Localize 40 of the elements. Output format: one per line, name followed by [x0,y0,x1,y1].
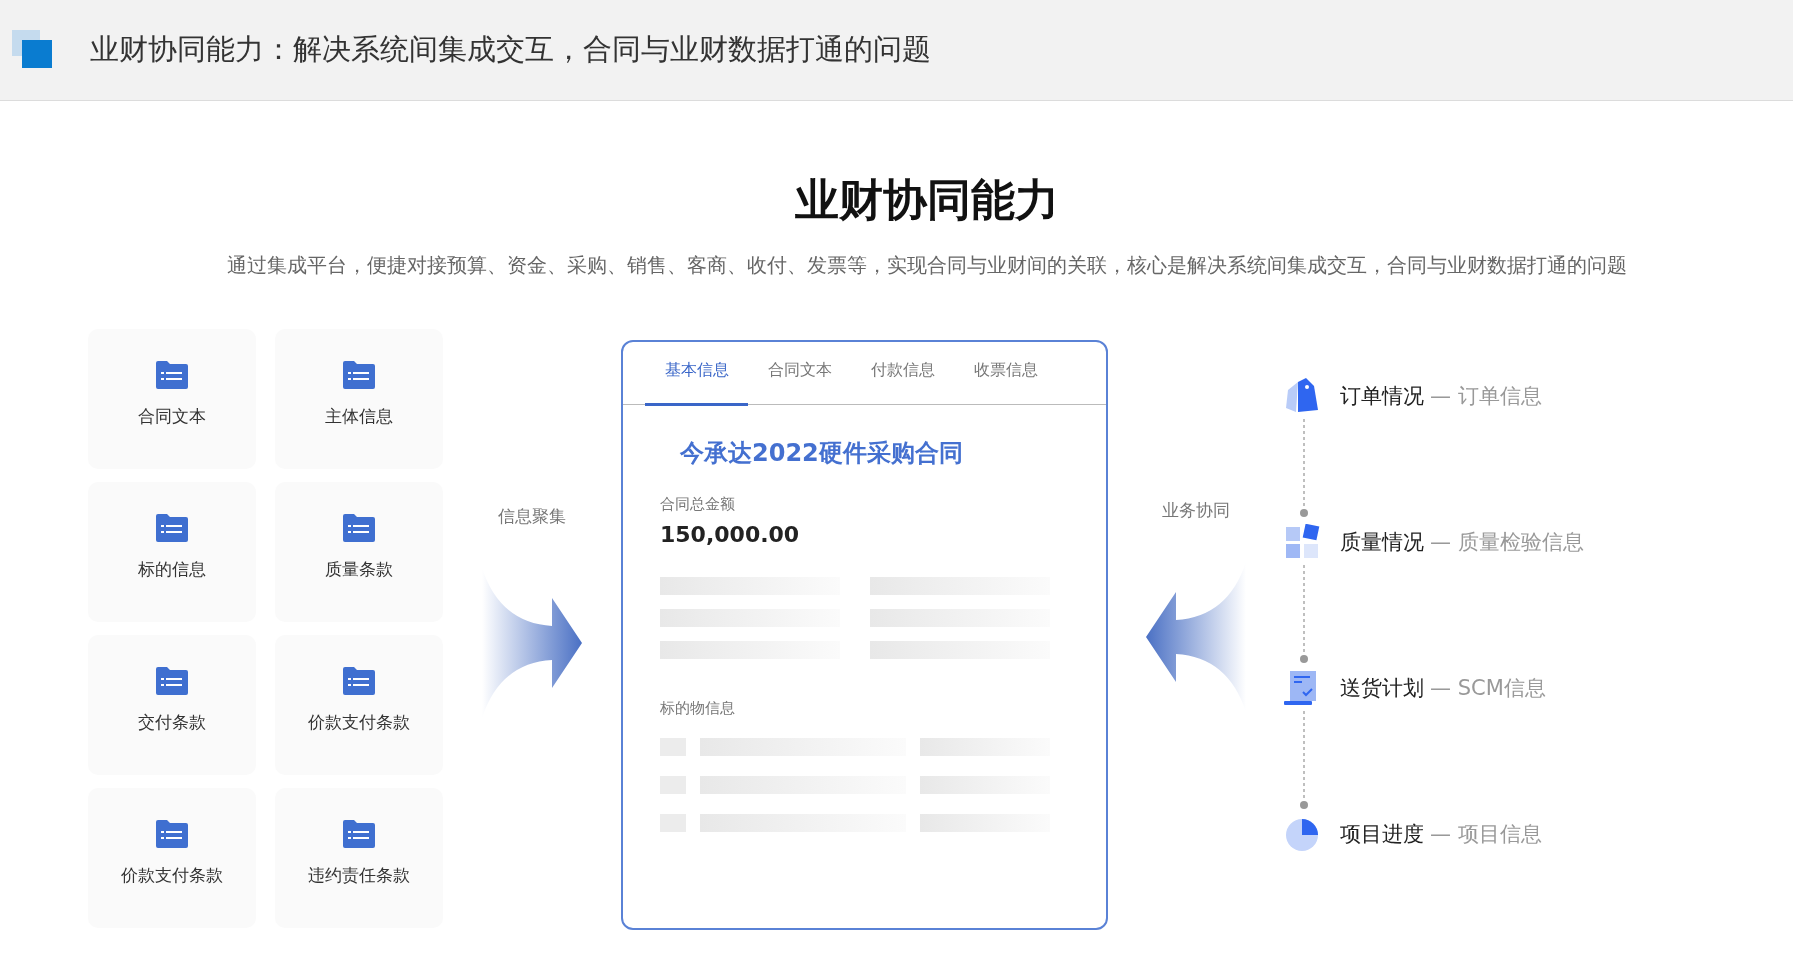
page-heading: 业财协同能力：解决系统间集成交互，合同与业财数据打通的问题 [90,31,931,68]
arrow-label: 业务协同 [1162,499,1230,522]
module-label: 价款支付条款 [308,711,410,734]
folder-list-icon [343,514,375,542]
amount-value: 150,000.00 [660,522,801,547]
module-label: 主体信息 [325,405,393,428]
tab[interactable]: 付款信息 [851,342,954,406]
folder-list-icon [156,514,188,542]
contract-title: 今承达2022硬件采购合同 [680,438,964,469]
flow-detail: — SCM信息 [1430,676,1546,700]
flow-title: 项目进度 [1340,822,1424,846]
section-subtitle: 通过集成平台，便捷对接预算、资金、采购、销售、客商、收付、发票等，实现合同与业财间的关联，核心是解决系统间集成交互，合同与业财数据打通的问题 [226,252,1627,279]
pie-chart-icon [1284,816,1320,852]
folder-list-icon [343,361,375,389]
tiles-icon [1284,524,1320,560]
items-label: 标的物信息 [660,699,736,718]
arrow-label: 信息聚集 [498,505,566,528]
module-label: 交付条款 [138,711,206,734]
flow-detail: — 订单信息 [1430,384,1542,408]
tab[interactable]: 基本信息 [645,342,748,406]
flow-detail: — 项目信息 [1430,822,1542,846]
amount-label: 合同总金额 [660,495,736,514]
module-label: 价款支付条款 [121,864,223,887]
flow-title: 送货计划 [1340,676,1424,700]
folder-list-icon [156,820,188,848]
folder-list-icon [156,361,188,389]
tab[interactable]: 收票信息 [954,342,1057,406]
flow-detail: — 质量检验信息 [1430,530,1584,554]
folder-list-icon [343,667,375,695]
flow-title: 质量情况 [1340,530,1424,554]
tab[interactable]: 合同文本 [748,342,851,406]
folder-list-icon [156,667,188,695]
module-label: 标的信息 [138,558,206,581]
tag-icon [1284,378,1320,414]
section-title: 业财协同能力 [794,173,1059,227]
module-label: 合同文本 [138,405,206,428]
module-label: 质量条款 [325,558,393,581]
module-label: 违约责任条款 [308,864,410,887]
flow-title: 订单情况 [1340,384,1424,408]
folder-list-icon [343,820,375,848]
